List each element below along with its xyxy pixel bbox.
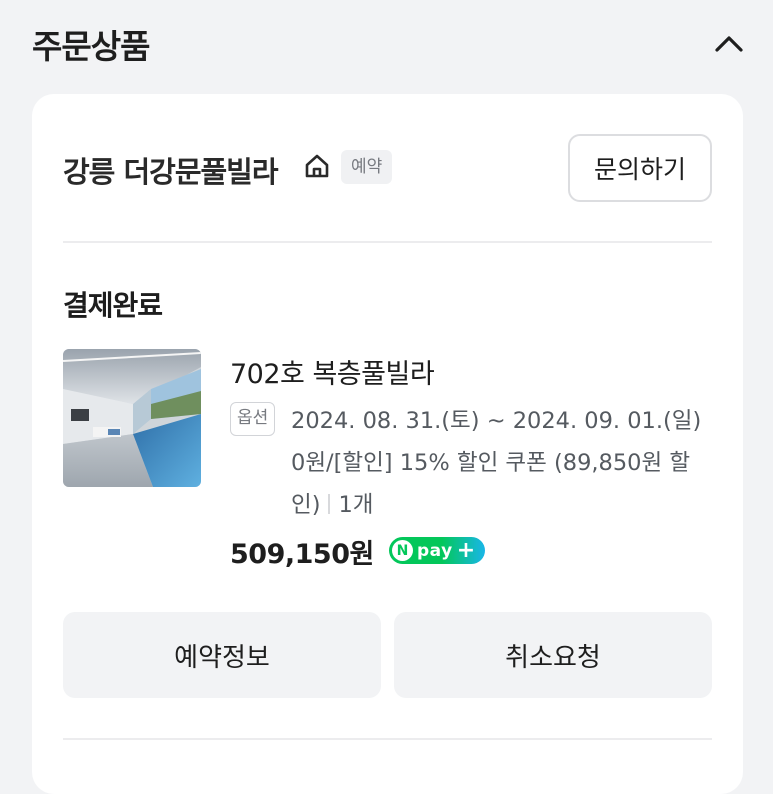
collapse-button[interactable] (711, 26, 747, 62)
product-thumbnail[interactable] (63, 349, 201, 487)
divider (63, 738, 712, 740)
product-price: 509,150원 (230, 539, 374, 570)
npay-plus-logo: N pay + (389, 537, 485, 564)
order-status: 결제완료 (63, 289, 163, 322)
product-name[interactable]: 702호 복층풀빌라 (230, 352, 435, 391)
product-image (63, 349, 201, 487)
option-badge: 옵션 (230, 402, 276, 436)
npay-text: pay (417, 540, 453, 561)
reservation-badge: 예약 (341, 150, 393, 184)
order-card: 강릉 더강문풀빌라 예약 문의하기 결제완료 702호 복층풀빌라 옵션 202… (32, 94, 743, 794)
page-title: 주문상품 (32, 27, 150, 66)
divider (63, 241, 712, 243)
chevron-up-icon (715, 36, 743, 52)
npay-n-icon: N (392, 540, 413, 561)
reservation-info-button[interactable]: 예약정보 (63, 612, 381, 698)
separator (328, 494, 331, 514)
home-icon[interactable] (303, 152, 331, 180)
order-products-header: 주문상품 (0, 0, 773, 90)
plus-icon: + (456, 537, 476, 563)
quantity: 1개 (338, 492, 374, 518)
option-details: 2024. 08. 31.(토) ~ 2024. 09. 01.(일) 0원/[… (291, 400, 713, 526)
shop-row: 강릉 더강문풀빌라 예약 문의하기 (63, 134, 712, 204)
shop-name[interactable]: 강릉 더강문풀빌라 (63, 149, 279, 191)
inquiry-button[interactable]: 문의하기 (568, 134, 712, 202)
cancel-request-button[interactable]: 취소요청 (394, 612, 712, 698)
